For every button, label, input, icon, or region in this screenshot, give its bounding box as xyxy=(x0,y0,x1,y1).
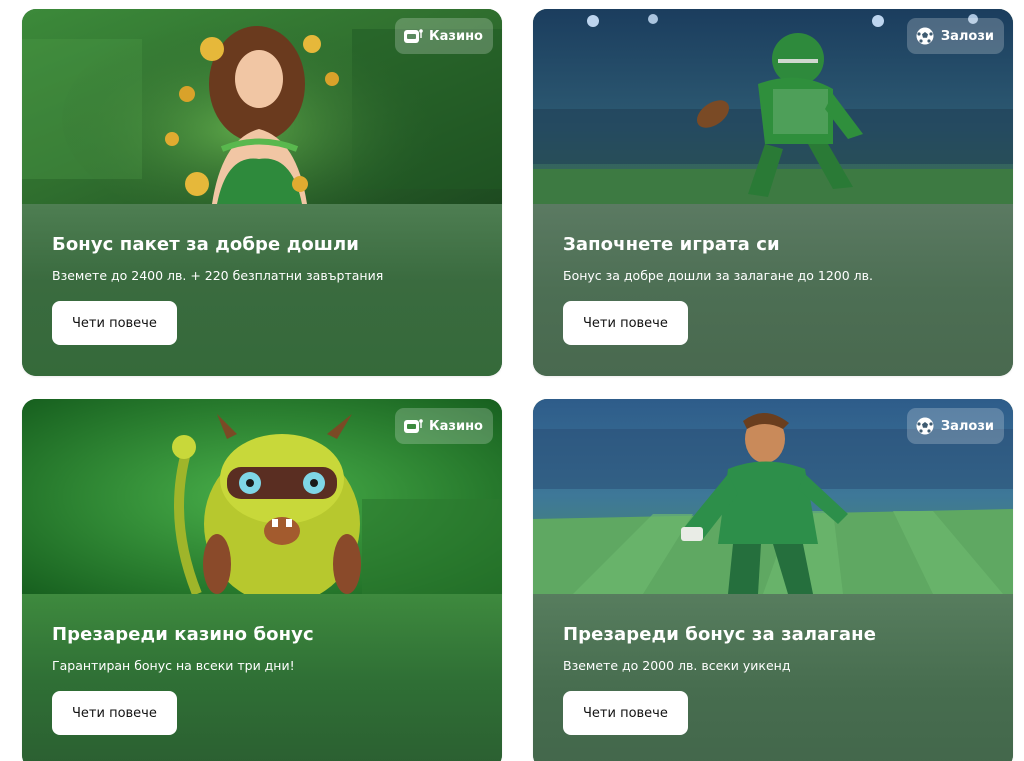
promo-card-welcome-sports[interactable]: Залози Започнете играта си Бонус за добр… xyxy=(533,9,1013,376)
read-more-button[interactable]: Чети повече xyxy=(563,301,688,345)
slot-machine-icon xyxy=(403,416,423,436)
promo-subtitle: Вземете до 2400 лв. + 220 безплатни завъ… xyxy=(52,268,384,283)
promo-card-body: Презареди бонус за залагане Вземете до 2… xyxy=(533,594,1013,761)
category-badge-label: Казино xyxy=(429,28,483,44)
promo-title: Презареди казино бонус xyxy=(52,624,314,645)
category-badge-label: Залози xyxy=(940,28,994,44)
category-badge: Залози xyxy=(906,18,1004,54)
promo-subtitle: Вземете до 2000 лв. всеки уикенд xyxy=(563,658,791,673)
promo-title: Започнете играта си xyxy=(563,234,780,255)
promo-card-casino-reload[interactable]: Казино Презареди казино бонус Гарантиран… xyxy=(22,399,502,761)
category-badge-label: Казино xyxy=(429,418,483,434)
read-more-button[interactable]: Чети повече xyxy=(52,691,177,735)
category-badge: Залози xyxy=(906,408,1004,444)
promo-title: Бонус пакет за добре дошли xyxy=(52,234,360,255)
read-more-button[interactable]: Чети повече xyxy=(563,691,688,735)
slot-machine-icon xyxy=(403,26,423,46)
promo-subtitle: Гарантиран бонус на всеки три дни! xyxy=(52,658,295,673)
promotions-grid: Казино Бонус пакет за добре дошли Вземет… xyxy=(0,0,1024,761)
read-more-button[interactable]: Чети повече xyxy=(52,301,177,345)
promo-card-sports-reload[interactable]: Залози Презареди бонус за залагане Вземе… xyxy=(533,399,1013,761)
category-badge-label: Залози xyxy=(940,418,994,434)
promo-subtitle: Бонус за добре дошли за залагане до 1200… xyxy=(563,268,874,283)
category-badge: Казино xyxy=(395,18,493,54)
promo-card-welcome-casino[interactable]: Казино Бонус пакет за добре дошли Вземет… xyxy=(22,9,502,376)
promo-card-body: Презареди казино бонус Гарантиран бонус … xyxy=(22,594,502,761)
promo-card-body: Започнете играта си Бонус за добре дошли… xyxy=(533,204,1013,376)
category-badge: Казино xyxy=(395,408,493,444)
promo-card-body: Бонус пакет за добре дошли Вземете до 24… xyxy=(22,204,502,376)
soccer-ball-icon xyxy=(915,26,935,46)
promo-title: Презареди бонус за залагане xyxy=(563,624,877,645)
soccer-ball-icon xyxy=(915,416,935,436)
